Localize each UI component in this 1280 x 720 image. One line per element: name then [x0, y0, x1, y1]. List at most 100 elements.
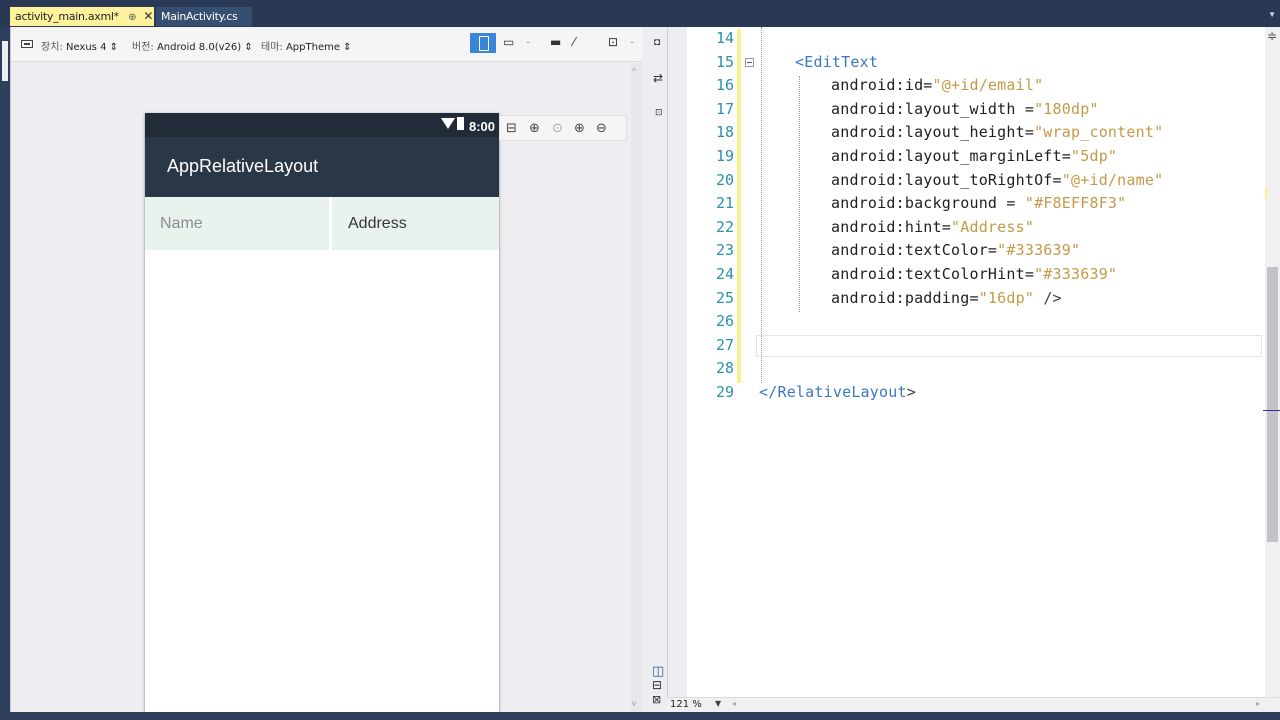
brush-icon[interactable]: ⁄ [573, 35, 575, 49]
more-icon[interactable]: - [630, 35, 634, 49]
code-token: android:padding= [831, 288, 979, 307]
code-text: android:background = "#F8EFF8F3" [831, 194, 1126, 212]
change-marker [737, 359, 741, 383]
split-vertical-icon[interactable]: ◫ [652, 663, 664, 679]
code-line[interactable]: 20 android:layout_toRightOf="@+id/name" [687, 170, 1265, 195]
theme-value: AppTheme ⇕ [285, 42, 352, 53]
zoom-in-icon[interactable]: ⊕ [574, 120, 585, 136]
zoom-actual-icon[interactable]: ⊙ [552, 120, 563, 136]
line-number: 23 [715, 241, 734, 260]
change-marker [737, 288, 741, 313]
code-line[interactable]: 15 <EditText [687, 52, 1265, 77]
code-text: android:hint="Address" [831, 218, 1034, 236]
version-value: Android 8.0(v26) ⇕ [156, 42, 253, 53]
code-line[interactable]: 27 [687, 335, 1265, 360]
code-line[interactable]: 17 android:layout_width ="180dp" [687, 99, 1265, 124]
editor-hscroll[interactable]: 121 % ▼ ◂ ▸ [667, 697, 1280, 712]
address-hint: Address [348, 215, 407, 232]
split-horizontal-icon[interactable]: ⊟ [652, 678, 662, 692]
swap-icon[interactable]: ⇄ [653, 71, 663, 85]
pin-icon[interactable]: ⊕ [128, 8, 136, 27]
scroll-thumb[interactable] [1267, 267, 1278, 542]
document-tab-strip: activity_main.axml* ⊕ ✕ MainActivity.cs … [0, 0, 1280, 27]
collapse-pane-icon[interactable]: ⊠ [652, 693, 661, 706]
tab-overflow-icon[interactable]: ▼ [1268, 10, 1276, 19]
left-gutter [0, 27, 10, 712]
code-token: "#333639" [997, 241, 1081, 260]
code-line[interactable]: 29 </RelativeLayout> [687, 383, 1265, 407]
zoom-out-icon[interactable]: ⊖ [596, 120, 607, 136]
code-token: android:layout_height= [831, 123, 1035, 142]
scroll-left-icon[interactable]: ◂ [732, 699, 736, 708]
code-line[interactable]: 26 [687, 312, 1265, 336]
code-token: android:background = [831, 194, 1025, 213]
code-token: > [906, 383, 916, 401]
theme-selector[interactable]: 테마: AppTheme ⇕ [261, 38, 352, 53]
code-token: android:hint= [831, 217, 951, 236]
editor-scrollbar[interactable]: ≑ [1263, 27, 1280, 697]
properties-icon[interactable]: ◘ [654, 37, 660, 48]
scroll-up-icon[interactable]: ^ [632, 67, 636, 76]
code-token: "@+id/email" [932, 76, 1044, 95]
code-line[interactable]: 21 android:background = "#F8EFF8F3" [687, 194, 1265, 218]
code-line[interactable]: 22 android:hint="Address" [687, 217, 1265, 242]
material-bar-icon[interactable]: ▬ [550, 35, 561, 49]
scroll-right-icon[interactable]: ▸ [1256, 699, 1260, 708]
line-number: 17 [715, 99, 734, 118]
status-strip [0, 712, 1280, 720]
zoom-to-fit-icon[interactable]: ⊕ [529, 120, 540, 136]
theme-label: 테마: [261, 42, 283, 53]
code-token: android:layout_marginLeft= [831, 147, 1071, 165]
code-line[interactable]: 14 [687, 29, 1265, 53]
designer-toolbar: 장치: Nexus 4 ⇕ 버전: Android 8.0(v26) ⇕ 테마:… [11, 27, 642, 62]
code-token: android:layout_width = [831, 99, 1035, 118]
layout-grid-icon[interactable]: ⊡ [608, 35, 618, 49]
tab-main-activity[interactable]: MainActivity.cs [156, 7, 252, 26]
code-token: "#F8EFF8F3" [1024, 194, 1127, 213]
change-marker [737, 76, 741, 100]
code-editor[interactable]: 14 15 <EditText 16 android:id="@+id/email" 17… [687, 27, 1265, 697]
source-icon[interactable]: ⊡ [655, 107, 663, 118]
status-bar: 8:00 [145, 113, 499, 137]
code-text: android:layout_height="wrap_content" [831, 123, 1163, 141]
code-line[interactable]: 28 [687, 359, 1265, 383]
code-token: "#333639" [1034, 265, 1118, 283]
portrait-orientation-button[interactable] [470, 33, 496, 53]
code-line[interactable]: 24 android:textColorHint="#333639" [687, 265, 1265, 289]
zoom-level[interactable]: 121 % [670, 699, 702, 710]
battery-icon [457, 117, 464, 130]
change-marker [737, 241, 741, 265]
code-line[interactable]: 16 android:id="@+id/email" [687, 76, 1265, 100]
device-selector[interactable]: 장치: Nexus 4 ⇕ [41, 38, 118, 53]
name-edittext[interactable]: Name [145, 197, 329, 250]
address-edittext[interactable]: Address [332, 197, 499, 250]
zoom-dropdown-icon[interactable]: ▼ [715, 699, 721, 708]
code-text: </RelativeLayout> [759, 383, 916, 401]
gutter-tab[interactable] [2, 41, 8, 81]
phone-preview[interactable]: 8:00 AppRelativeLayout Name Address [145, 113, 499, 715]
line-number: 14 [715, 29, 734, 47]
design-canvas[interactable]: 8:00 AppRelativeLayout Name Address ⊟ ⊕ … [11, 63, 631, 715]
fold-toggle-icon[interactable] [745, 57, 754, 67]
close-icon[interactable]: ✕ [143, 7, 153, 26]
line-number: 24 [715, 265, 734, 283]
code-line[interactable]: 19 android:layout_marginLeft="5dp" [687, 147, 1265, 171]
landscape-icon[interactable]: ▭ [503, 35, 514, 49]
version-selector[interactable]: 버전: Android 8.0(v26) ⇕ [132, 38, 253, 53]
indent-guide [761, 27, 762, 383]
code-line[interactable]: 23 android:textColor="#333639" [687, 241, 1265, 265]
fit-icon[interactable]: ⊟ [506, 120, 517, 136]
code-token: "5dp" [1071, 147, 1118, 165]
scroll-down-icon[interactable]: v [632, 699, 636, 708]
caret-marker [1263, 410, 1280, 411]
line-number: 15 [715, 52, 734, 71]
split-editor-icon[interactable]: ≑ [1267, 29, 1277, 43]
change-marker [737, 335, 741, 360]
line-number: 29 [715, 383, 734, 401]
line-number: 19 [715, 147, 734, 165]
designer-scrollbar[interactable]: ^ v [631, 63, 642, 712]
code-line[interactable]: 18 android:layout_height="wrap_content" [687, 123, 1265, 147]
tab-activity-main[interactable]: activity_main.axml* ⊕ ✕ [10, 7, 154, 26]
code-line[interactable]: 25 android:padding="16dp" /> [687, 288, 1265, 313]
app-bar: AppRelativeLayout [145, 137, 499, 197]
